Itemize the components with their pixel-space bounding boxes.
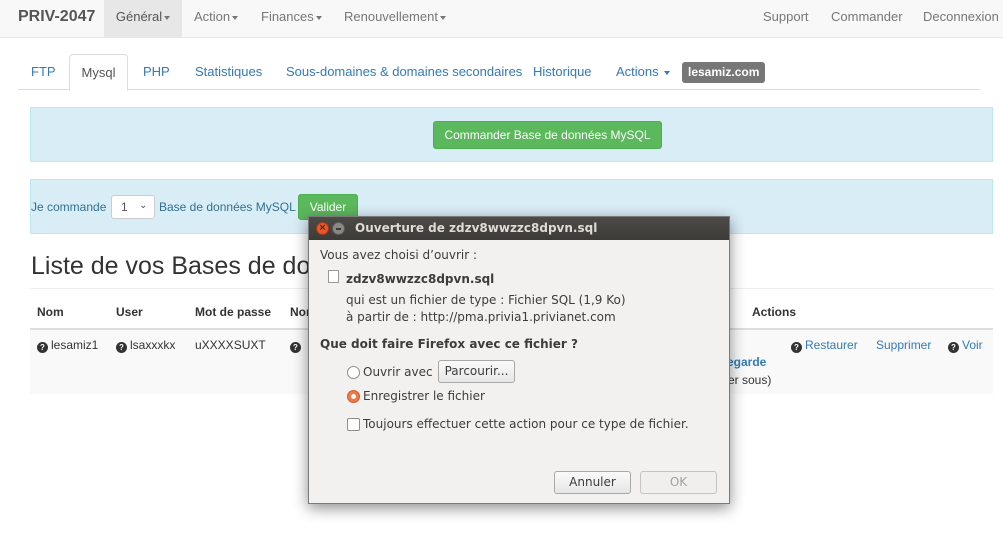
- question-icon[interactable]: ?: [37, 342, 48, 353]
- backup-link[interactable]: egarde: [727, 355, 766, 369]
- delete-link[interactable]: Supprimer: [876, 338, 931, 352]
- chevron-down-icon: [315, 15, 322, 20]
- nom-value: lesamiz1: [51, 338, 99, 352]
- col-user: User: [116, 305, 143, 319]
- restore-link[interactable]: ? Restaurer: [791, 338, 858, 353]
- col-password: Mot de passe: [195, 305, 272, 319]
- menu-renouvellement[interactable]: Renouvellement: [344, 0, 446, 37]
- tab-mysql[interactable]: Mysql: [69, 54, 128, 91]
- menu-finances-label: Finances: [261, 9, 314, 24]
- view-link[interactable]: ? Voir: [948, 338, 983, 353]
- ok-button[interactable]: OK: [640, 471, 717, 494]
- view-label: Voir: [962, 338, 983, 352]
- cell-partial: ?: [290, 338, 304, 353]
- always-do-label[interactable]: Toujours effectuer cette action pour ce …: [363, 417, 689, 431]
- dialog-source-line: à partir de : http://pma.privia1.privian…: [346, 310, 616, 324]
- cell-nom: ? lesamiz1: [37, 338, 98, 353]
- menu-general-label: Général: [115, 9, 163, 24]
- chevron-down-icon: [232, 15, 239, 20]
- brand[interactable]: PRIV-2047: [18, 8, 95, 26]
- chevron-down-icon: ⌄: [139, 200, 148, 211]
- commander-link[interactable]: Commander: [831, 0, 903, 37]
- menu-action-label: Action: [194, 9, 231, 24]
- chevron-down-icon: [664, 70, 671, 75]
- tab-actions-label: Actions: [616, 64, 659, 79]
- col-actions: Actions: [752, 305, 797, 319]
- dialog-title: Ouverture de zdzv8wwzzc8dpvn.sql: [355, 221, 598, 235]
- open-with-label[interactable]: Ouvrir avec: [363, 365, 433, 379]
- quantity-value: 1: [121, 200, 128, 214]
- tab-sous-domaines[interactable]: Sous-domaines & domaines secondaires: [286, 54, 522, 90]
- browse-button[interactable]: Parcourir...: [438, 360, 515, 383]
- menu-general[interactable]: Général: [104, 0, 182, 37]
- dialog-type-line: qui est un fichier de type : Fichier SQL…: [346, 293, 626, 307]
- support-link[interactable]: Support: [763, 0, 809, 37]
- tab-historique[interactable]: Historique: [533, 54, 592, 90]
- top-navbar: PRIV-2047 Général Action Finances Renouv…: [0, 0, 1003, 38]
- dialog-titlebar: × Ouverture de zdzv8wwzzc8dpvn.sql: [309, 217, 729, 240]
- dialog-filename: zdzv8wwzzc8dpvn.sql: [346, 272, 495, 286]
- tab-actions[interactable]: Actions: [616, 54, 671, 90]
- mysql-tabs: FTP Mysql PHP Statistiques Sous-domaines…: [18, 54, 980, 91]
- order-prefix-label: Je commande: [31, 200, 107, 214]
- question-icon[interactable]: ?: [116, 342, 127, 353]
- deconnexion-link[interactable]: Deconnexion: [923, 0, 999, 37]
- order-suffix-label: Base de données MySQL: [159, 200, 296, 214]
- list-heading: Liste de vos Bases de do: [31, 252, 311, 280]
- open-file-dialog: × Ouverture de zdzv8wwzzc8dpvn.sql Vous …: [308, 216, 730, 504]
- chevron-down-icon: [164, 15, 171, 20]
- chevron-down-icon: [439, 15, 446, 20]
- menu-renouvellement-label: Renouvellement: [344, 9, 438, 24]
- close-icon[interactable]: ×: [316, 222, 329, 235]
- dialog-question: Que doit faire Firefox avec ce fichier ?: [320, 337, 578, 351]
- menu-action[interactable]: Action: [194, 0, 239, 37]
- tab-ftp[interactable]: FTP: [31, 54, 56, 90]
- question-icon: ?: [948, 342, 959, 353]
- user-value: lsaxxxkx: [130, 338, 176, 352]
- quantity-select[interactable]: 1 ⌄: [111, 195, 155, 219]
- restore-label: Restaurer: [805, 338, 858, 352]
- save-file-radio[interactable]: [347, 390, 360, 403]
- col-nom: Nom: [37, 305, 64, 319]
- cell-user: ? lsaxxxkx: [116, 338, 175, 353]
- always-do-checkbox[interactable]: [347, 418, 360, 431]
- save-file-label[interactable]: Enregistrer le fichier: [363, 389, 485, 403]
- domain-badge: lesamiz.com: [682, 62, 766, 83]
- dialog-intro: Vous avez choisi d’ouvrir :: [320, 248, 478, 262]
- question-icon[interactable]: ?: [290, 342, 301, 353]
- open-with-radio[interactable]: [347, 366, 360, 379]
- menu-finances[interactable]: Finances: [261, 0, 322, 37]
- tab-php[interactable]: PHP: [143, 54, 170, 90]
- tab-statistiques[interactable]: Statistiques: [195, 54, 262, 90]
- minimize-icon[interactable]: [332, 222, 345, 235]
- cancel-button[interactable]: Annuler: [554, 471, 631, 494]
- question-icon: ?: [791, 342, 802, 353]
- backup-note: er sous): [728, 373, 772, 387]
- order-mysql-button[interactable]: Commander Base de données MySQL: [433, 121, 662, 149]
- cell-password: uXXXXSUXT: [195, 338, 266, 352]
- file-icon: [328, 270, 339, 283]
